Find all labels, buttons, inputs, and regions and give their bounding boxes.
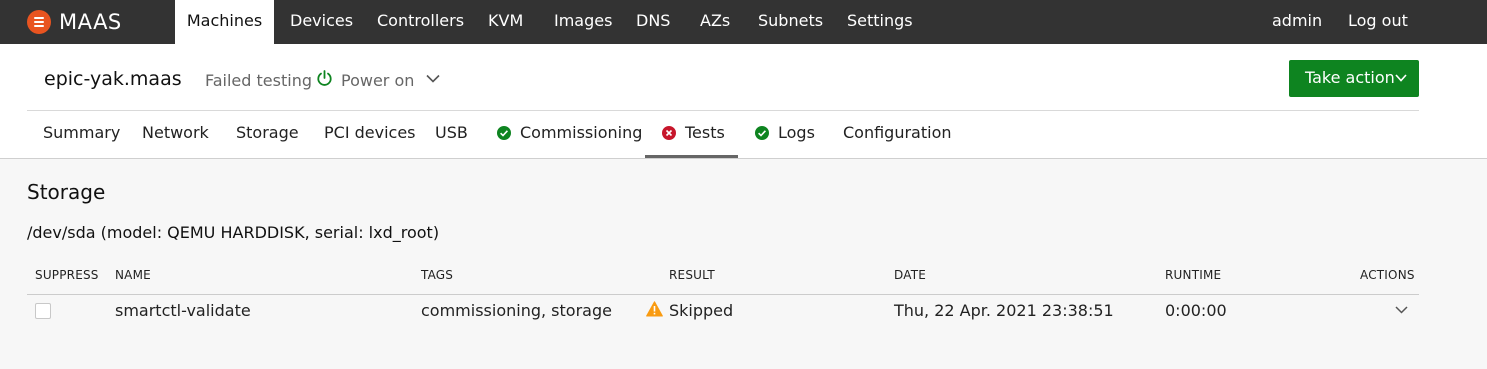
column-header-suppress: SUPPRESS bbox=[35, 268, 99, 282]
take-action-label: Take action bbox=[1305, 68, 1395, 87]
maas-logo-icon bbox=[27, 10, 51, 34]
warning-icon bbox=[646, 301, 663, 317]
tab-pci-devices[interactable]: PCI devices bbox=[324, 123, 416, 158]
column-header-runtime: RUNTIME bbox=[1165, 268, 1222, 282]
test-runtime: 0:00:00 bbox=[1165, 301, 1227, 320]
tab-logs[interactable]: Logs bbox=[778, 123, 815, 158]
nav-kvm[interactable]: KVM bbox=[488, 0, 523, 44]
nav-images[interactable]: Images bbox=[554, 0, 612, 44]
take-action-button[interactable]: Take action bbox=[1289, 60, 1419, 97]
error-icon bbox=[662, 126, 676, 140]
column-header-actions: ACTIONS bbox=[1360, 268, 1415, 282]
success-icon bbox=[755, 126, 769, 140]
chevron-down-icon bbox=[1395, 74, 1407, 82]
column-header-name: NAME bbox=[115, 268, 151, 282]
table-header-divider bbox=[27, 294, 1419, 295]
test-date: Thu, 22 Apr. 2021 23:38:51 bbox=[894, 301, 1114, 320]
machine-hostname[interactable]: epic-yak.maas bbox=[44, 68, 182, 90]
nav-settings[interactable]: Settings bbox=[847, 0, 913, 44]
nav-controllers[interactable]: Controllers bbox=[377, 0, 464, 44]
power-chevron-down-icon[interactable] bbox=[426, 74, 440, 83]
nav-subnets[interactable]: Subnets bbox=[758, 0, 823, 44]
tab-tests[interactable]: Tests bbox=[645, 123, 738, 158]
column-header-tags: TAGS bbox=[421, 268, 454, 282]
section-title: Storage bbox=[27, 180, 106, 204]
test-name[interactable]: smartctl-validate bbox=[115, 301, 251, 320]
nav-azs[interactable]: AZs bbox=[700, 0, 730, 44]
power-icon bbox=[317, 70, 332, 86]
app-name: MAAS bbox=[59, 10, 122, 34]
power-state: Power on bbox=[341, 71, 415, 90]
tab-network[interactable]: Network bbox=[142, 123, 209, 158]
device-title: /dev/sda (model: QEMU HARDDISK, serial: … bbox=[27, 223, 440, 242]
column-header-result: RESULT bbox=[669, 268, 715, 282]
suppress-checkbox[interactable] bbox=[35, 303, 51, 319]
nav-dns[interactable]: DNS bbox=[636, 0, 670, 44]
nav-machines[interactable]: Machines bbox=[175, 0, 274, 44]
success-icon bbox=[497, 126, 511, 140]
test-tags: commissioning, storage bbox=[421, 301, 612, 320]
test-result: Skipped bbox=[669, 301, 734, 320]
maas-logo[interactable]: MAAS bbox=[27, 8, 122, 36]
machine-header: epic-yak.maas Failed testing Power on Ta… bbox=[0, 44, 1487, 159]
row-expand-chevron-icon[interactable] bbox=[1395, 306, 1408, 314]
logout-link[interactable]: Log out bbox=[1348, 0, 1408, 44]
header-divider bbox=[27, 110, 1419, 111]
tab-summary[interactable]: Summary bbox=[43, 123, 120, 158]
nav-devices[interactable]: Devices bbox=[290, 0, 353, 44]
column-header-date: DATE bbox=[894, 268, 927, 282]
tab-commissioning[interactable]: Commissioning bbox=[520, 123, 642, 158]
top-navigation: MAAS Machines Devices Controllers KVM Im… bbox=[0, 0, 1487, 44]
tab-configuration[interactable]: Configuration bbox=[843, 123, 952, 158]
tab-usb[interactable]: USB bbox=[435, 123, 468, 158]
tab-tests-label: Tests bbox=[685, 123, 725, 142]
user-menu[interactable]: admin bbox=[1272, 0, 1322, 44]
machine-status: Failed testing bbox=[205, 71, 312, 90]
tab-storage[interactable]: Storage bbox=[236, 123, 299, 158]
